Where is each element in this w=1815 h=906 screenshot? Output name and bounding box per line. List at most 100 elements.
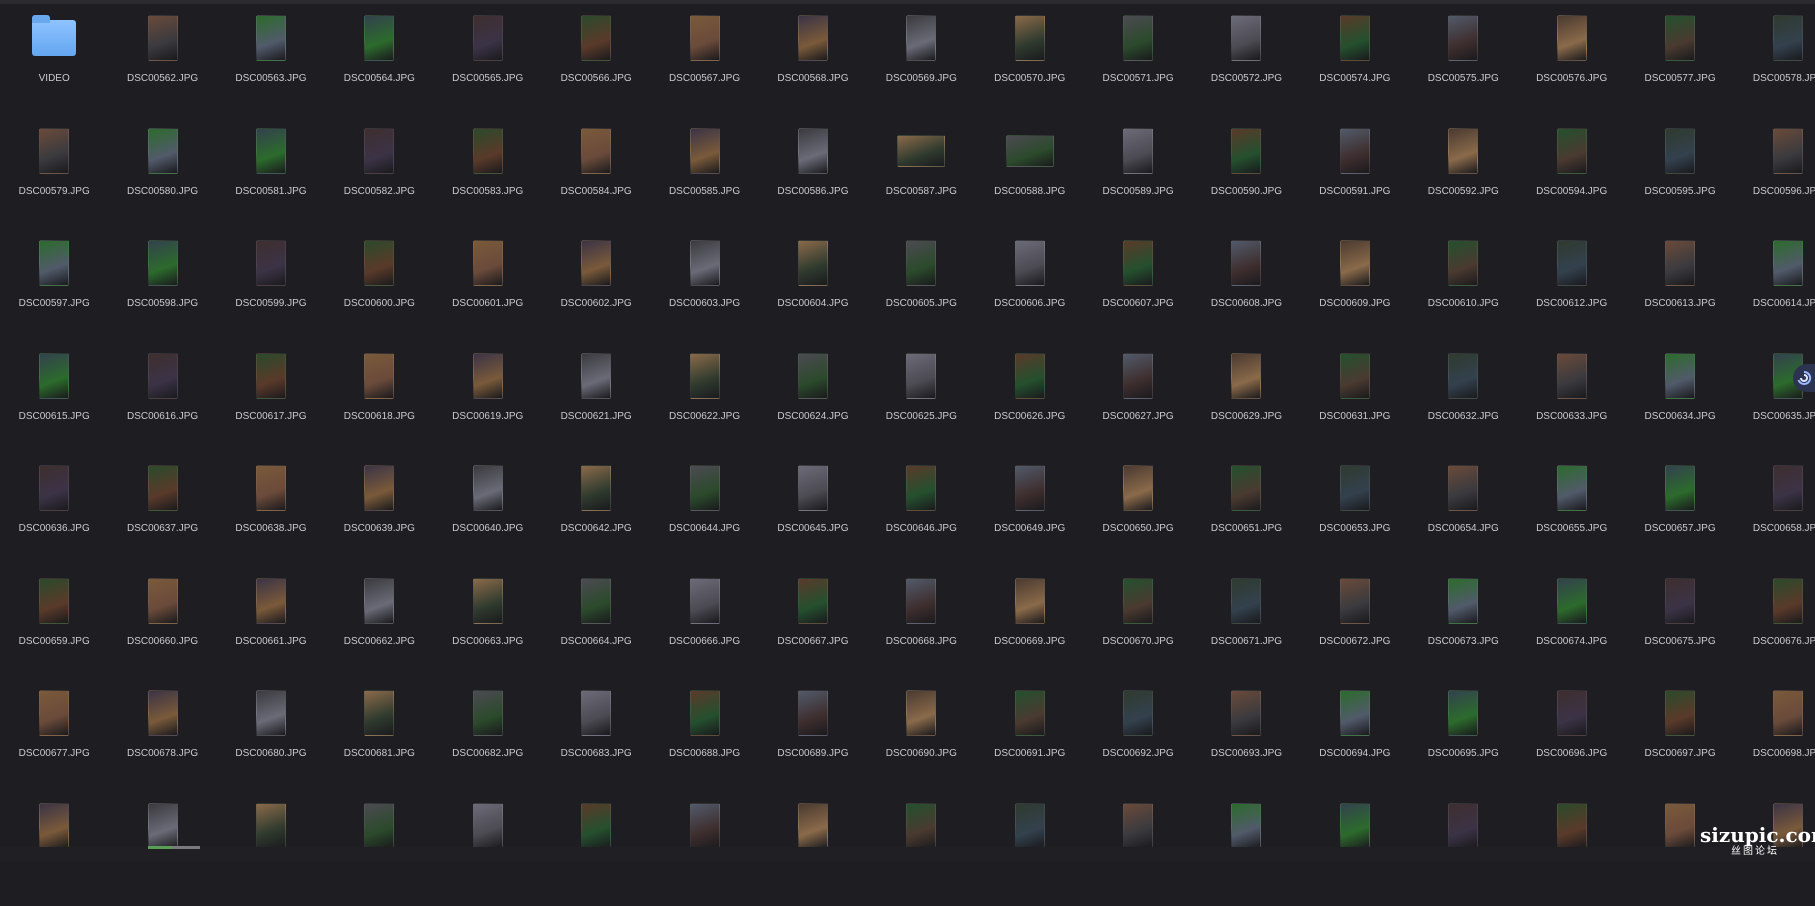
file-item[interactable]: DSC00662.JPG [325, 569, 433, 682]
file-item[interactable]: DSC00631.JPG [1301, 344, 1409, 457]
file-item[interactable]: DSC00598.JPG [108, 231, 216, 344]
file-item[interactable]: DSC00595.JPG [1626, 119, 1734, 232]
file-item[interactable]: DSC00657.JPG [1626, 456, 1734, 569]
file-item[interactable]: DSC00677.JPG [0, 681, 108, 794]
folder-item[interactable]: VIDEO [0, 6, 108, 119]
file-item[interactable]: DSC00659.JPG [0, 569, 108, 682]
file-item[interactable]: DSC00578.JPG [1734, 6, 1815, 119]
file-item[interactable]: DSC00568.JPG [759, 6, 867, 119]
file-item[interactable]: DSC00612.JPG [1517, 231, 1625, 344]
file-item[interactable]: DSC00666.JPG [650, 569, 758, 682]
file-item[interactable]: DSC00681.JPG [325, 681, 433, 794]
file-item[interactable]: DSC00626.JPG [976, 344, 1084, 457]
file-item[interactable]: DSC00570.JPG [976, 6, 1084, 119]
file-item[interactable]: DSC00660.JPG [108, 569, 216, 682]
file-item[interactable]: DSC00609.JPG [1301, 231, 1409, 344]
file-item[interactable]: DSC00624.JPG [759, 344, 867, 457]
file-item[interactable]: DSC00590.JPG [1192, 119, 1300, 232]
file-item[interactable]: DSC00675.JPG [1626, 569, 1734, 682]
file-item[interactable]: DSC00617.JPG [217, 344, 325, 457]
file-item[interactable]: DSC00668.JPG [867, 569, 975, 682]
file-item[interactable]: DSC00658.JPG [1734, 456, 1815, 569]
file-item[interactable]: DSC00591.JPG [1301, 119, 1409, 232]
file-item[interactable]: DSC00601.JPG [434, 231, 542, 344]
file-item[interactable]: DSC00566.JPG [542, 6, 650, 119]
file-item[interactable]: DSC00600.JPG [325, 231, 433, 344]
file-item[interactable]: DSC00632.JPG [1409, 344, 1517, 457]
file-item[interactable]: DSC00638.JPG [217, 456, 325, 569]
file-item[interactable]: DSC00661.JPG [217, 569, 325, 682]
file-item[interactable]: DSC00696.JPG [1517, 681, 1625, 794]
file-item[interactable]: DSC00586.JPG [759, 119, 867, 232]
file-item[interactable]: DSC00634.JPG [1626, 344, 1734, 457]
file-item[interactable]: DSC00664.JPG [542, 569, 650, 682]
file-item[interactable]: DSC00602.JPG [542, 231, 650, 344]
file-item[interactable]: DSC00683.JPG [542, 681, 650, 794]
file-item[interactable]: DSC00698.JPG [1734, 681, 1815, 794]
file-item[interactable]: DSC00596.JPG [1734, 119, 1815, 232]
file-item[interactable]: DSC00655.JPG [1517, 456, 1625, 569]
file-item[interactable]: DSC00608.JPG [1192, 231, 1300, 344]
file-item[interactable]: DSC00663.JPG [434, 569, 542, 682]
file-item[interactable]: DSC00610.JPG [1409, 231, 1517, 344]
file-item[interactable]: DSC00678.JPG [108, 681, 216, 794]
file-item[interactable]: DSC00615.JPG [0, 344, 108, 457]
file-item[interactable]: DSC00583.JPG [434, 119, 542, 232]
file-item[interactable]: DSC00635.JPG [1734, 344, 1815, 457]
file-item[interactable]: DSC00688.JPG [650, 681, 758, 794]
file-item[interactable]: DSC00592.JPG [1409, 119, 1517, 232]
file-item[interactable]: DSC00629.JPG [1192, 344, 1300, 457]
file-item[interactable]: DSC00606.JPG [976, 231, 1084, 344]
file-item[interactable]: DSC00633.JPG [1517, 344, 1625, 457]
file-item[interactable]: DSC00694.JPG [1301, 681, 1409, 794]
file-item[interactable]: DSC00563.JPG [217, 6, 325, 119]
file-item[interactable]: DSC00651.JPG [1192, 456, 1300, 569]
file-item[interactable]: DSC00642.JPG [542, 456, 650, 569]
file-item[interactable]: DSC00645.JPG [759, 456, 867, 569]
file-item[interactable]: DSC00567.JPG [650, 6, 758, 119]
file-item[interactable]: DSC00585.JPG [650, 119, 758, 232]
file-item[interactable]: DSC00582.JPG [325, 119, 433, 232]
file-item[interactable]: DSC00565.JPG [434, 6, 542, 119]
file-item[interactable]: DSC00599.JPG [217, 231, 325, 344]
file-item[interactable]: DSC00621.JPG [542, 344, 650, 457]
file-item[interactable]: DSC00682.JPG [434, 681, 542, 794]
file-item[interactable]: DSC00577.JPG [1626, 6, 1734, 119]
file-item[interactable]: DSC00581.JPG [217, 119, 325, 232]
file-item[interactable]: DSC00597.JPG [0, 231, 108, 344]
file-item[interactable]: DSC00649.JPG [976, 456, 1084, 569]
file-item[interactable]: DSC00640.JPG [434, 456, 542, 569]
file-item[interactable]: DSC00667.JPG [759, 569, 867, 682]
file-item[interactable]: DSC00605.JPG [867, 231, 975, 344]
file-item[interactable]: DSC00691.JPG [976, 681, 1084, 794]
file-item[interactable]: DSC00619.JPG [434, 344, 542, 457]
file-item[interactable]: DSC00579.JPG [0, 119, 108, 232]
file-item[interactable]: DSC00569.JPG [867, 6, 975, 119]
file-item[interactable]: DSC00676.JPG [1734, 569, 1815, 682]
file-item[interactable]: DSC00607.JPG [1084, 231, 1192, 344]
file-item[interactable]: DSC00654.JPG [1409, 456, 1517, 569]
file-item[interactable]: DSC00613.JPG [1626, 231, 1734, 344]
file-item[interactable]: DSC00594.JPG [1517, 119, 1625, 232]
file-item[interactable]: DSC00574.JPG [1301, 6, 1409, 119]
file-item[interactable]: DSC00646.JPG [867, 456, 975, 569]
file-item[interactable]: DSC00644.JPG [650, 456, 758, 569]
file-item[interactable]: DSC00653.JPG [1301, 456, 1409, 569]
file-item[interactable]: DSC00674.JPG [1517, 569, 1625, 682]
file-item[interactable]: DSC00572.JPG [1192, 6, 1300, 119]
file-item[interactable]: DSC00580.JPG [108, 119, 216, 232]
file-item[interactable]: DSC00671.JPG [1192, 569, 1300, 682]
file-item[interactable]: DSC00575.JPG [1409, 6, 1517, 119]
file-item[interactable]: DSC00697.JPG [1626, 681, 1734, 794]
file-item[interactable]: DSC00614.JPG [1734, 231, 1815, 344]
file-item[interactable]: DSC00650.JPG [1084, 456, 1192, 569]
horizontal-scrollbar[interactable] [0, 847, 1815, 861]
file-item[interactable]: DSC00673.JPG [1409, 569, 1517, 682]
file-item[interactable]: DSC00588.JPG [976, 119, 1084, 232]
file-item[interactable]: DSC00670.JPG [1084, 569, 1192, 682]
file-item[interactable]: DSC00627.JPG [1084, 344, 1192, 457]
file-item[interactable]: DSC00589.JPG [1084, 119, 1192, 232]
file-item[interactable]: DSC00587.JPG [867, 119, 975, 232]
file-item[interactable]: DSC00637.JPG [108, 456, 216, 569]
file-item[interactable]: DSC00616.JPG [108, 344, 216, 457]
